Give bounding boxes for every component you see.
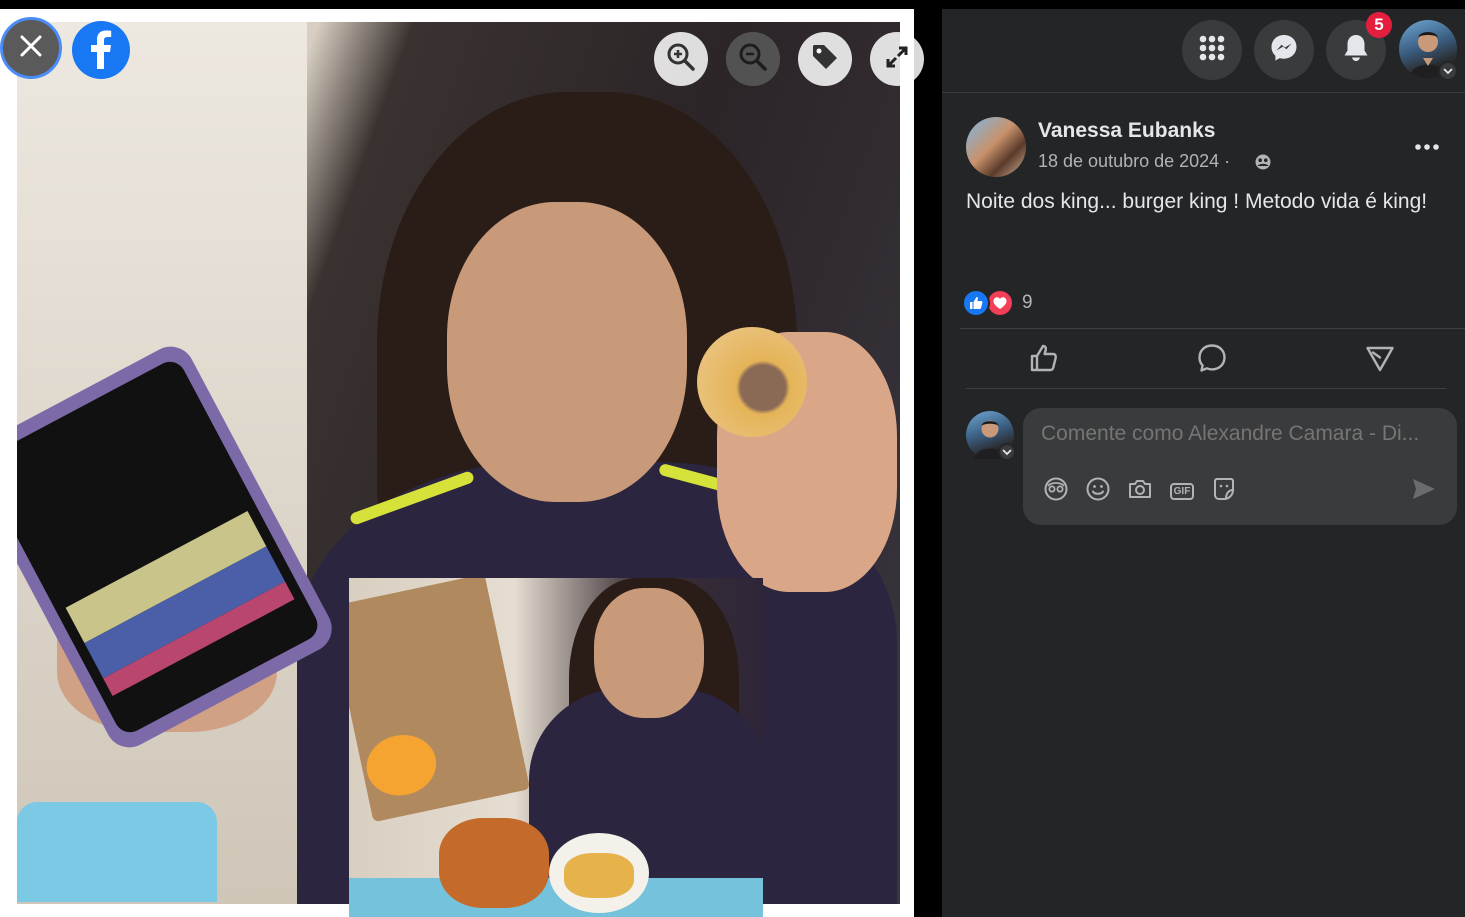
photo-burger <box>697 327 807 437</box>
share-arrow-icon <box>1364 342 1396 379</box>
notification-badge: 5 <box>1366 12 1392 38</box>
gif-icon: GIF <box>1169 482 1195 500</box>
chevron-down-icon <box>1002 443 1012 461</box>
facebook-logo-icon[interactable] <box>72 21 130 79</box>
inset-fries <box>564 853 634 898</box>
fullscreen-button[interactable] <box>870 32 924 86</box>
reactions-summary[interactable]: 9 <box>962 289 1033 317</box>
post-options-button[interactable] <box>1414 131 1440 157</box>
commenter-switch-button[interactable] <box>998 443 1016 461</box>
inset-face <box>594 588 704 718</box>
like-reaction-icon <box>962 289 990 317</box>
photo-frame <box>0 9 914 917</box>
thumbs-up-icon <box>1028 342 1060 379</box>
more-dots-icon <box>1414 131 1440 156</box>
love-reaction-icon <box>986 289 1014 317</box>
smiley-icon <box>1085 476 1111 507</box>
comment-input[interactable] <box>1041 422 1445 446</box>
comment-button[interactable] <box>1182 340 1242 380</box>
inset-photo <box>349 578 763 917</box>
post-text: Noite dos king... burger king ! Metodo v… <box>966 190 1428 213</box>
comment-composer[interactable]: GIF <box>1023 408 1457 525</box>
audience-friends-icon[interactable] <box>1254 153 1272 176</box>
fullscreen-icon <box>884 44 910 75</box>
send-comment-button[interactable] <box>1407 476 1441 506</box>
tag-icon <box>810 42 840 77</box>
messenger-icon <box>1269 33 1299 68</box>
tag-photo-button[interactable] <box>798 32 852 86</box>
comment-bubble-icon <box>1196 342 1228 379</box>
share-button[interactable] <box>1350 340 1410 380</box>
top-navigation-bar: 5 <box>942 9 1465 93</box>
messenger-button[interactable] <box>1254 20 1314 80</box>
grid-menu-icon <box>1198 34 1226 67</box>
gif-button[interactable]: GIF <box>1167 476 1197 506</box>
photo-attach-button[interactable] <box>1125 476 1155 506</box>
bell-icon <box>1342 33 1370 68</box>
photo-tray <box>17 802 217 902</box>
close-viewer-button[interactable] <box>0 17 62 79</box>
photo-face <box>447 202 687 502</box>
post-panel: 5 Vanessa Eubanks 18 de outubro de 2024 … <box>942 9 1465 917</box>
author-avatar[interactable] <box>966 117 1026 177</box>
zoom-out-button[interactable] <box>726 32 780 86</box>
sticker-icon <box>1211 476 1237 507</box>
divider <box>960 328 1465 329</box>
photo-viewer <box>0 0 942 917</box>
post-date[interactable]: 18 de outubro de 2024 · <box>1038 151 1230 172</box>
close-icon <box>18 33 44 64</box>
zoom-out-icon <box>737 41 769 78</box>
bag-logo <box>360 728 442 802</box>
account-menu-button[interactable] <box>1438 61 1458 81</box>
avatar-sticker-button[interactable] <box>1041 476 1071 506</box>
chevron-down-icon <box>1443 62 1453 80</box>
send-arrow-icon <box>1411 477 1437 506</box>
emoji-button[interactable] <box>1083 476 1113 506</box>
sticker-button[interactable] <box>1209 476 1239 506</box>
divider <box>966 388 1446 389</box>
like-button[interactable] <box>1014 340 1074 380</box>
author-name[interactable]: Vanessa Eubanks <box>1038 119 1215 143</box>
reaction-count: 9 <box>1022 292 1033 313</box>
zoom-in-button[interactable] <box>654 32 708 86</box>
menu-button[interactable] <box>1182 20 1242 80</box>
inset-bag <box>349 578 531 823</box>
camera-icon <box>1127 476 1153 507</box>
zoom-in-icon <box>665 41 697 78</box>
avatar-sticker-icon <box>1043 476 1069 507</box>
inset-burger <box>439 818 549 908</box>
